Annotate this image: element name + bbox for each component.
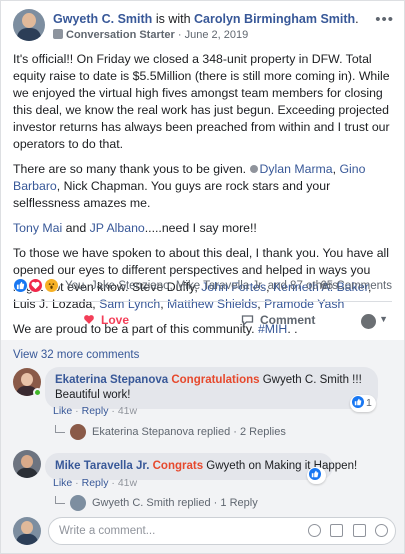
replies-link[interactable]: Ekaterina Stepanova replied · 2 Replies: [55, 424, 286, 440]
love-button[interactable]: Love: [83, 313, 129, 327]
post-paragraph: It's official!! On Friday we closed a 34…: [13, 52, 390, 151]
camera-icon[interactable]: [330, 524, 344, 537]
post-paragraph: Tony Mai and JP Albano.....need I say mo…: [13, 220, 392, 237]
tagged-person-link[interactable]: Dylan Marma: [260, 162, 333, 176]
tagged-person-link[interactable]: Carolyn Birmingham Smith: [194, 12, 355, 26]
separator: ·: [108, 405, 118, 417]
like-reaction-icon: [309, 468, 321, 480]
replier-avatar: [70, 495, 86, 511]
tagged-person-link[interactable]: JP Albano: [90, 221, 145, 235]
action-bar: Love Comment ▼: [13, 306, 392, 336]
comment-meta: Like · Reply · 41w: [53, 405, 137, 417]
member-role-badge: Conversation Starter: [66, 29, 175, 41]
wow-reaction-icon: [43, 278, 59, 294]
gif-icon[interactable]: [352, 524, 366, 537]
separator: ,: [56, 179, 61, 193]
author-name-link[interactable]: Gwyeth C. Smith: [53, 12, 152, 26]
separator: ,: [332, 162, 337, 176]
reply-summary: Gwyeth C. Smith replied: [92, 496, 211, 509]
comment-label: Comment: [260, 313, 316, 327]
view-more-comments-link[interactable]: View 32 more comments: [13, 349, 139, 361]
author-line: Gwyeth C. Smith is with Carolyn Birmingh…: [53, 12, 359, 26]
comment-text: Gwyeth on Making it Happen!: [206, 460, 358, 472]
highlighted-word: Congrats: [152, 460, 204, 472]
comment-meta: Like · Reply · 41w: [53, 477, 137, 489]
replies-link[interactable]: Gwyeth C. Smith replied · 1 Reply: [55, 495, 258, 511]
heart-icon: [84, 315, 94, 324]
like-link[interactable]: Like: [53, 477, 72, 489]
reply-arrow-icon: [55, 424, 65, 433]
post-text: and: [65, 221, 87, 235]
chevron-down-icon[interactable]: ▼: [379, 314, 388, 324]
post-meta: Conversation Starter · June 2, 2019: [53, 29, 248, 41]
love-label: Love: [101, 313, 130, 327]
commenter-name[interactable]: Mike Taravella Jr.: [55, 460, 149, 472]
badge-icon: [53, 29, 63, 39]
meta-separator: ·: [174, 29, 185, 41]
comment-reactions[interactable]: [307, 467, 326, 484]
reply-count: 1 Reply: [220, 496, 258, 509]
post-text: .....need I say more!!: [144, 221, 257, 235]
reply-link[interactable]: Reply: [82, 405, 109, 417]
reply-summary: Ekaterina Stepanova replied: [92, 425, 231, 438]
current-user-avatar[interactable]: [13, 517, 41, 545]
comment-bubble: Ekaterina Stepanova Congratulations Gwye…: [45, 367, 378, 409]
reactions-summary[interactable]: You, Jake Stenziano, Mike Taravella Jr. …: [13, 278, 392, 296]
tag-icon: [249, 165, 258, 173]
emoji-icon[interactable]: [307, 524, 321, 537]
comment-time[interactable]: 41w: [118, 405, 137, 417]
post-card: Gwyeth C. Smith is with Carolyn Birmingh…: [0, 0, 405, 554]
comment-composer: Write a comment...: [13, 517, 396, 545]
like-reaction-icon: [13, 278, 28, 294]
online-status-icon: [33, 388, 42, 397]
like-link[interactable]: Like: [53, 405, 72, 417]
comment-text: Beautiful work!: [55, 389, 131, 401]
more-options-icon[interactable]: •••: [375, 11, 394, 28]
commenter-name[interactable]: Ekaterina Stepanova: [55, 374, 168, 386]
post-header: Gwyeth C. Smith is with Carolyn Birmingh…: [13, 9, 394, 45]
reply-arrow-icon: [55, 495, 65, 504]
post-text: There are so many thank yous to be given…: [13, 162, 247, 176]
composer-tools: [302, 524, 388, 540]
comment-icon: [241, 315, 254, 327]
separator: ·: [72, 405, 82, 417]
reply-link[interactable]: Reply: [82, 477, 109, 489]
comments-section: View 32 more comments Ekaterina Stepanov…: [1, 340, 404, 553]
author-avatar[interactable]: [13, 9, 45, 41]
reaction-names[interactable]: You, Jake Stenziano, Mike Taravella Jr. …: [65, 280, 338, 292]
comment-button[interactable]: Comment: [241, 313, 315, 327]
comment-reactions[interactable]: 1: [350, 395, 376, 412]
post-date[interactable]: June 2, 2019: [185, 29, 249, 41]
replier-avatar: [70, 424, 86, 440]
comment-time[interactable]: 41w: [118, 477, 137, 489]
separator: ·: [72, 477, 82, 489]
love-reaction-icon: [28, 278, 44, 294]
commenter-avatar[interactable]: [13, 450, 41, 478]
separator: ·: [210, 496, 221, 509]
separator: ·: [108, 477, 118, 489]
post-text: Nick Chapman. You guys are rock stars an…: [13, 179, 331, 210]
highlighted-word: Congratulations: [171, 374, 260, 386]
comment-bubble: Mike Taravella Jr. Congrats Gwyeth on Ma…: [45, 453, 357, 480]
reaction-count: 1: [366, 397, 372, 409]
comments-count-link[interactable]: 65 Comments: [320, 280, 392, 292]
with-text: is with: [155, 12, 191, 26]
sticker-icon[interactable]: [375, 524, 388, 537]
reaction-profile-avatar[interactable]: [361, 314, 376, 329]
post-paragraph: There are so many thank yous to be given…: [13, 161, 392, 212]
tagged-person-link[interactable]: Tony Mai: [13, 221, 62, 235]
reply-count: 2 Replies: [240, 425, 286, 438]
divider: [13, 301, 392, 302]
with-suffix: .: [355, 12, 359, 26]
like-reaction-icon: [352, 396, 364, 408]
comment-text: Gwyeth C. Smith !!!: [262, 374, 362, 386]
separator: ·: [230, 425, 240, 438]
